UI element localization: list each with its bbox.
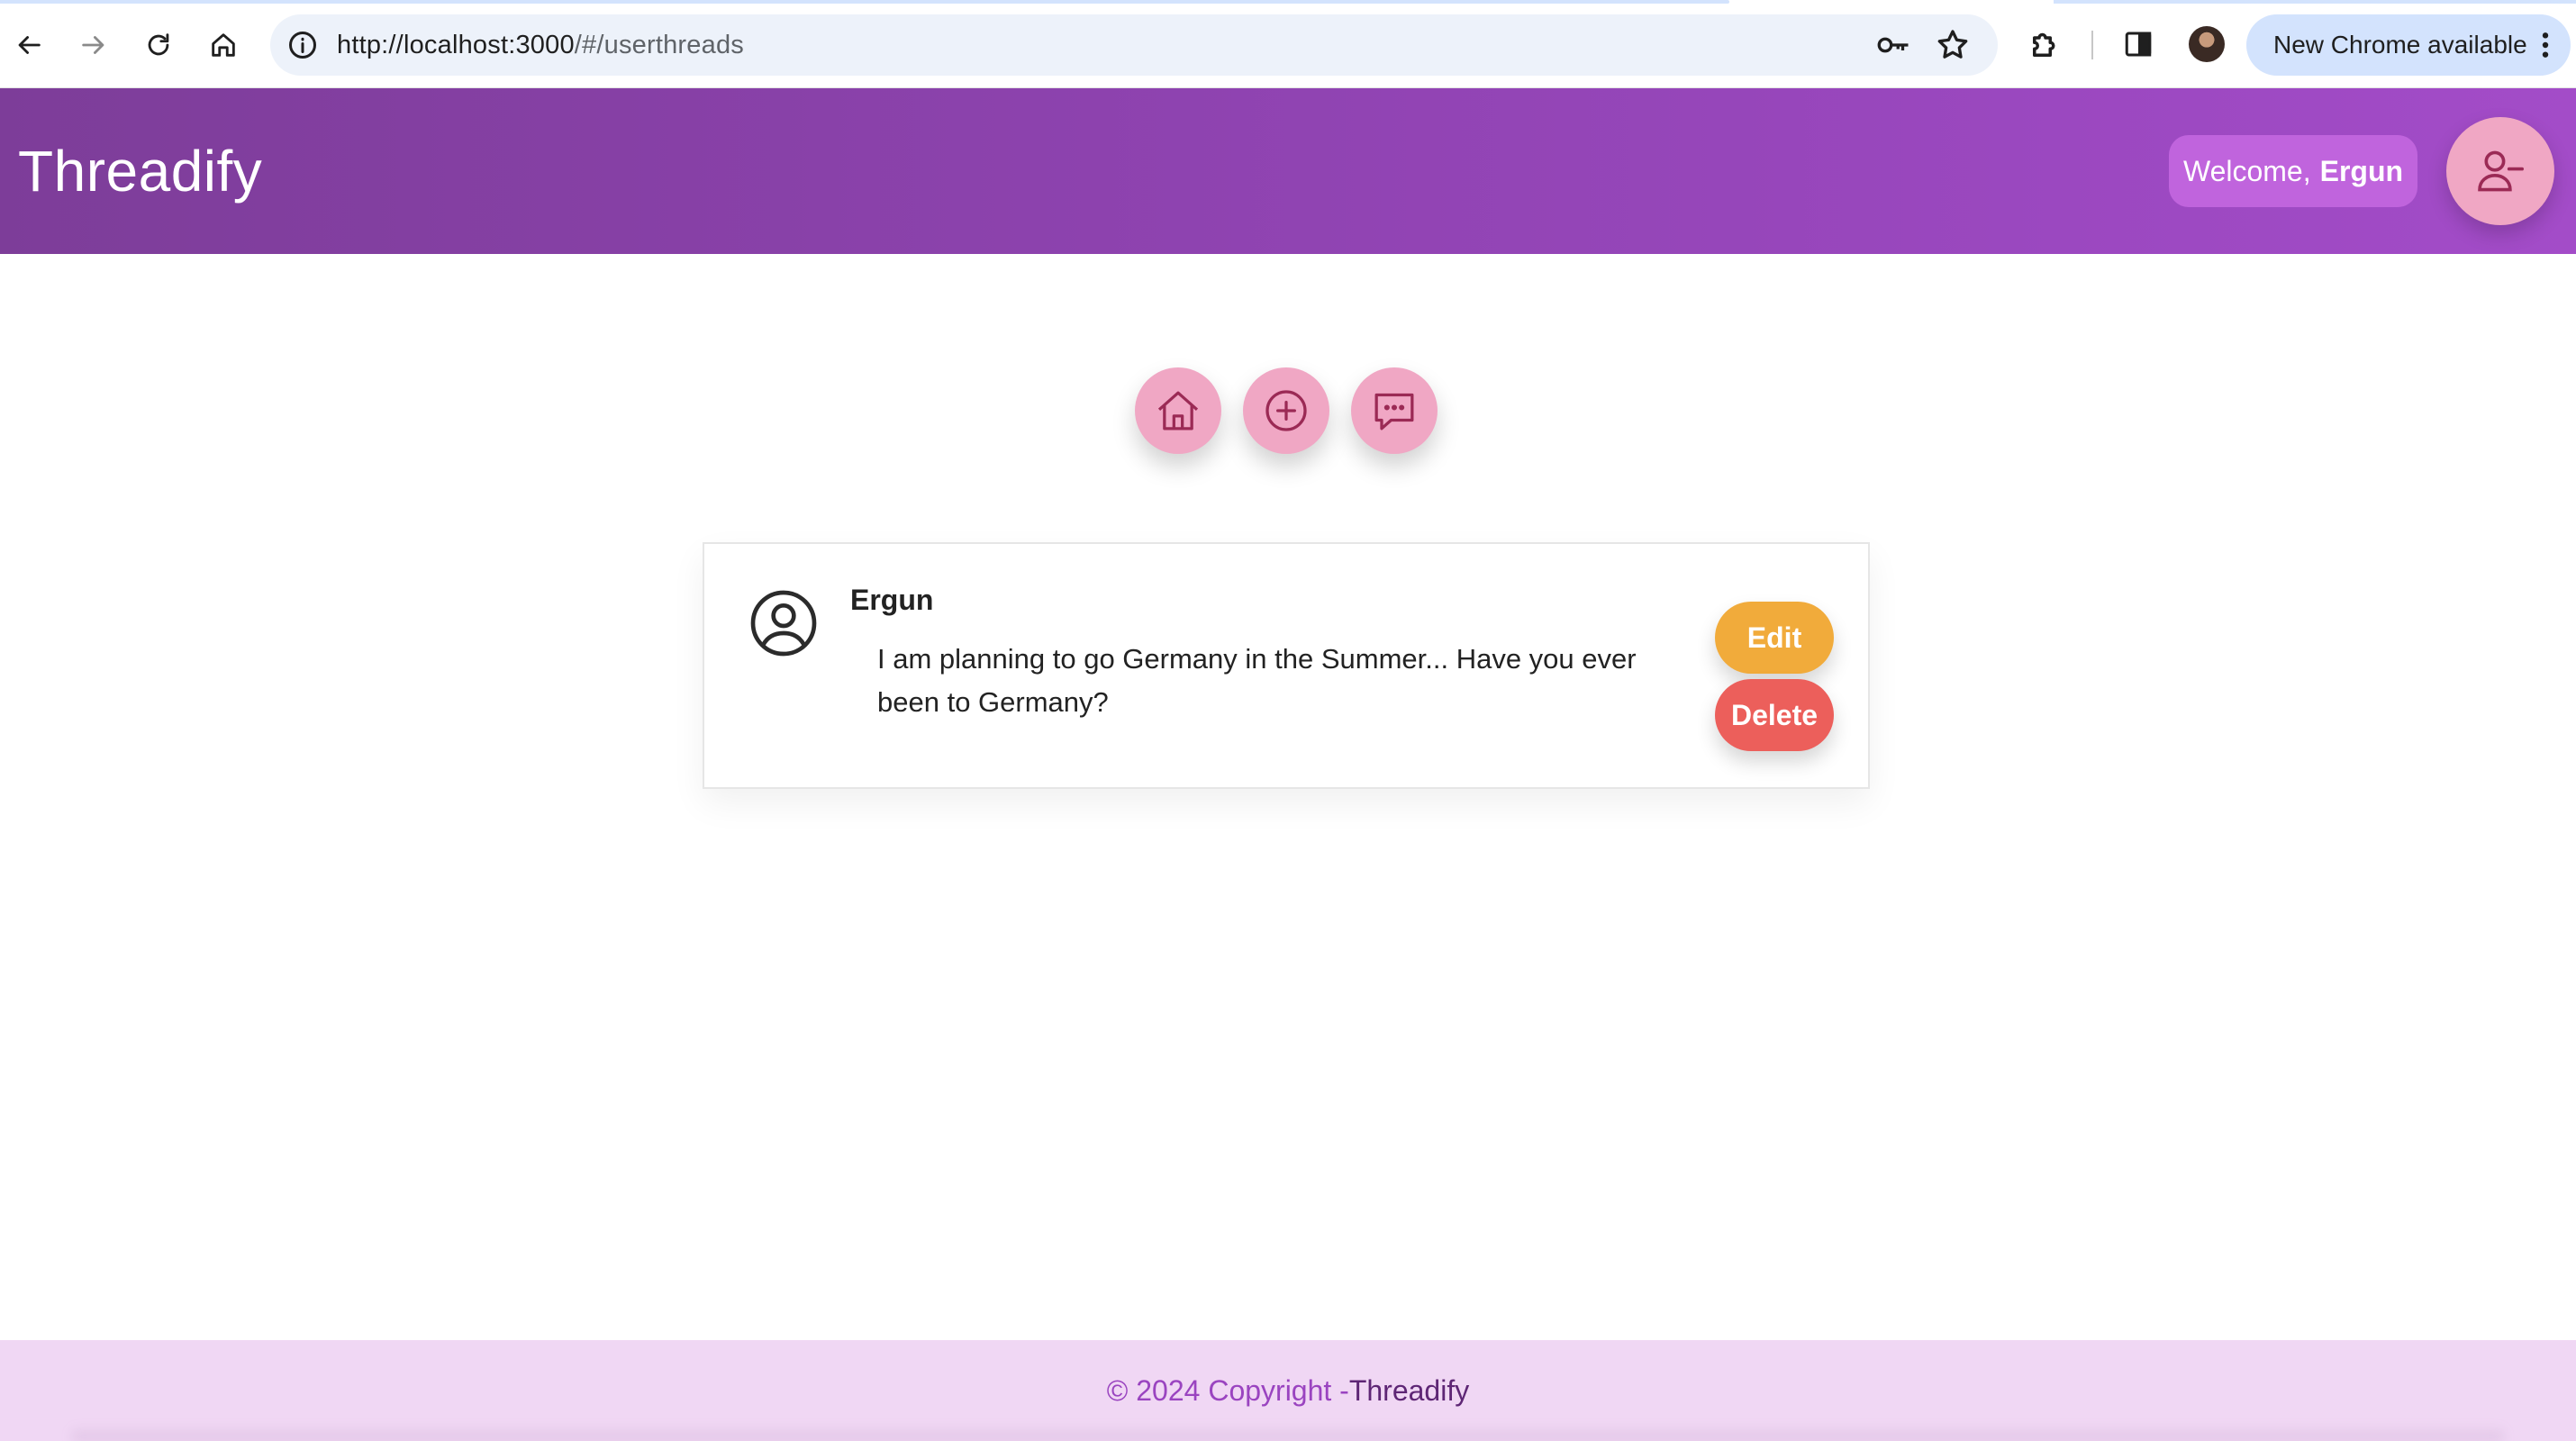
forward-button[interactable] <box>72 23 115 67</box>
thread-card: Ergun I am planning to go Germany in the… <box>703 542 1870 789</box>
site-info-icon[interactable] <box>286 29 319 61</box>
profile-avatar[interactable] <box>2189 26 2225 62</box>
toolbar-separator <box>2091 31 2093 59</box>
key-icon[interactable] <box>1875 29 1911 61</box>
url-path: /#/userthreads <box>574 31 744 59</box>
reload-button[interactable] <box>137 23 180 67</box>
footer-copyright: © 2024 Copyright - <box>1106 1373 1349 1407</box>
house-icon <box>1157 391 1199 430</box>
home-browser-button[interactable] <box>202 23 245 67</box>
home-icon <box>212 33 235 57</box>
footer: © 2024 Copyright - Threadify <box>0 1340 2576 1441</box>
nav-threads-button[interactable] <box>1351 367 1438 454</box>
delete-thread-button[interactable]: Delete <box>1715 679 1834 751</box>
thread-content: I am planning to go Germany in the Summe… <box>877 643 1637 718</box>
edit-thread-button[interactable]: Edit <box>1715 602 1834 674</box>
arrow-right-icon <box>82 36 104 54</box>
brand-title[interactable]: Threadify <box>18 88 262 254</box>
plus-circle-icon <box>1265 390 1307 431</box>
address-bar[interactable]: http://localhost:3000/#/userthreads <box>270 14 1998 76</box>
chrome-update-button[interactable]: New Chrome available <box>2246 14 2571 76</box>
logout-button[interactable] <box>2446 117 2554 225</box>
reload-icon <box>148 33 169 56</box>
browser-toolbar: http://localhost:3000/#/userthreads New … <box>0 0 2576 88</box>
page-load-bar-tail <box>2054 0 2576 4</box>
page-load-bar <box>0 0 1729 4</box>
kebab-menu-icon[interactable] <box>2540 31 2551 59</box>
welcome-prefix: Welcome, <box>2182 154 2311 187</box>
chat-bubble-icon <box>1374 393 1414 430</box>
nav-home-button[interactable] <box>1135 367 1221 454</box>
back-button[interactable] <box>7 23 50 67</box>
update-label: New Chrome available <box>2273 31 2527 59</box>
app-header: Threadify Welcome, Ergun <box>0 88 2576 254</box>
side-panel-icon[interactable] <box>2122 28 2154 60</box>
url-text[interactable]: http://localhost:3000/#/userthreads <box>337 14 744 76</box>
person-dash-icon <box>2478 150 2524 192</box>
url-host: http://localhost:3000 <box>337 31 575 59</box>
footer-brand: Threadify <box>1348 1373 1470 1407</box>
thread-author: Ergun <box>850 584 934 616</box>
user-circle-icon <box>750 590 817 657</box>
bookmark-star-icon[interactable] <box>1935 27 1971 63</box>
extensions-puzzle-icon[interactable] <box>2027 25 2064 63</box>
welcome-badge: Welcome, Ergun <box>2169 135 2417 207</box>
welcome-username: Ergun <box>2319 154 2404 187</box>
nav-create-thread-button[interactable] <box>1243 367 1329 454</box>
arrow-left-icon <box>18 36 41 54</box>
